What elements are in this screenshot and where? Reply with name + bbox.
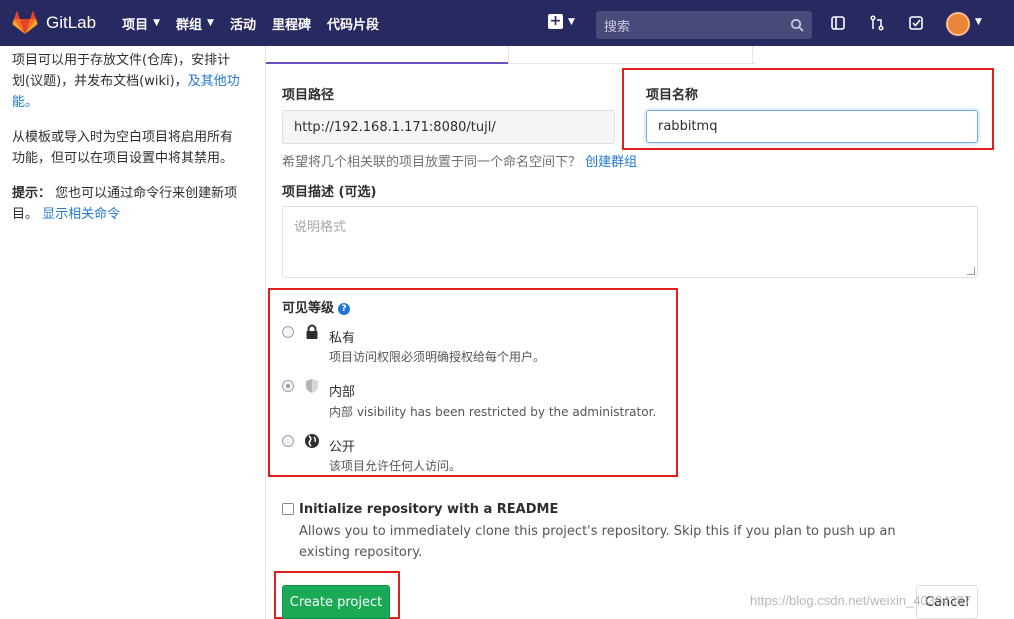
description-placeholder: 说明格式 [294,220,347,235]
watermark: https://blog.csdn.net/weixin_40304387 [750,593,972,608]
visibility-internal-desc: 内部 visibility has been restricted by the… [329,405,657,419]
visibility-label-text: 可见等级 [282,301,335,316]
shield-icon [306,379,318,393]
nav-projects[interactable]: 项目 ▼ [122,14,160,33]
initialize-readme-desc: Allows you to immediately clone this pro… [299,524,896,560]
visibility-private-desc: 项目访问权限必须明确授权给每个用户。 [329,350,546,364]
search-input[interactable]: 搜索 [604,16,790,35]
visibility-label: 可见等级? [282,297,351,316]
column-divider [265,46,266,619]
initialize-readme-checkbox[interactable] [282,503,294,515]
description-paragraph: 项目可以用于存放文件(仓库)，安排计划(议题)，并发布文档(wiki)，及其他功… [12,50,240,113]
lock-icon [306,324,318,339]
project-description-label: 项目描述 (可选) [282,185,377,200]
top-navbar: GitLab 项目 ▼ 群组 ▼ 活动 里程碑 代码片段 + ▼ 搜索 ▼ [0,0,1014,46]
gitlab-tanuki-icon [12,11,38,34]
nav-groups[interactable]: 群组 ▼ [176,14,214,33]
visibility-private-radio[interactable] [282,326,294,338]
tab-divider [752,46,753,64]
search-box[interactable]: 搜索 [596,11,812,39]
chevron-down-icon[interactable]: ▼ [975,17,982,27]
globe-icon [305,434,319,448]
tip-paragraph: 提示： 您也可以通过命令行来创建新项目。 显示相关命令 [12,183,240,225]
gitlab-logo[interactable]: GitLab [12,11,96,35]
visibility-public-title: 公开 [329,440,356,455]
project-path-input[interactable]: http://192.168.1.171:8080/tujl/ [282,110,615,144]
new-dropdown-button[interactable]: + ▼ [548,14,575,29]
chevron-down-icon: ▼ [568,16,575,27]
visibility-private-title: 私有 [329,331,356,346]
todo-check-icon[interactable] [908,15,924,31]
group-hint-text: 希望将几个相关联的项目放置于同一个命名空间下？ [282,155,582,170]
left-description: 项目可以用于存放文件(仓库)，安排计划(议题)，并发布文档(wiki)，及其他功… [12,50,240,239]
nav-groups-label: 群组 [176,17,203,33]
user-avatar[interactable] [946,12,970,36]
help-icon[interactable]: ? [338,302,351,315]
sidebar-toggle-icon[interactable] [830,15,846,31]
brand-name: GitLab [46,13,97,32]
project-path-label: 项目路径 [282,88,335,103]
tab-blank-project-active[interactable] [266,62,508,64]
tip-label: 提示： [12,186,52,201]
tab-divider [508,46,509,64]
template-paragraph: 从模板或导入时为空白项目将启用所有功能，但可以在项目设置中将其禁用。 [12,130,234,166]
create-group-link[interactable]: 创建群组 [585,155,637,170]
nav-milestones[interactable]: 里程碑 [272,14,311,33]
visibility-public-radio[interactable] [282,435,294,447]
resize-handle[interactable] [967,267,975,275]
chevron-down-icon: ▼ [207,18,214,28]
highlight-box [622,68,994,150]
visibility-internal-title: 内部 [329,385,356,400]
nav-projects-label: 项目 [122,17,149,33]
chevron-down-icon: ▼ [153,18,161,28]
show-command-link[interactable]: 显示相关命令 [42,207,120,222]
search-icon [790,18,804,32]
plus-square-icon: + [548,13,563,29]
nav-activity-label: 活动 [229,17,256,33]
nav-activity[interactable]: 活动 [230,14,256,33]
nav-milestones-label: 里程碑 [271,17,311,33]
visibility-public-desc: 该项目允许任何人访问。 [329,459,462,473]
nav-snippets[interactable]: 代码片段 [327,14,379,33]
group-hint: 希望将几个相关联的项目放置于同一个命名空间下？ 创建群组 [282,151,637,170]
project-description-textarea[interactable]: 说明格式 [282,206,978,278]
nav-snippets-label: 代码片段 [327,17,380,33]
initialize-readme-label[interactable]: Initialize repository with a README [299,502,558,517]
visibility-internal-radio[interactable] [282,380,294,392]
create-project-button[interactable]: Create project [282,585,390,619]
main-nav: 项目 ▼ 群组 ▼ 活动 里程碑 代码片段 [122,14,395,33]
merge-request-icon[interactable] [869,15,885,31]
